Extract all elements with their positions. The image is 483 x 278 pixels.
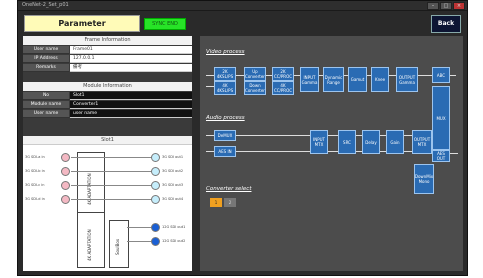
frame-info-title: Frame Information bbox=[23, 36, 192, 45]
block-abc[interactable]: ABC bbox=[432, 67, 450, 83]
input-pin-a[interactable] bbox=[61, 153, 70, 162]
input-label-d: 3G SDI-d in bbox=[25, 197, 45, 201]
slot-line-3 bbox=[71, 185, 153, 186]
input-pin-d[interactable] bbox=[61, 195, 70, 204]
input-label-b: 3G SDI-b in bbox=[25, 169, 45, 173]
block-delay[interactable]: Delay bbox=[362, 130, 380, 154]
block-4k-4kslps[interactable]: 4K 4KSL/PS bbox=[214, 81, 236, 95]
block-mux[interactable]: MUX bbox=[432, 86, 450, 150]
block-gain[interactable]: Gain bbox=[386, 130, 404, 154]
frame-ip-field[interactable]: 127.0.0.1 bbox=[70, 55, 192, 63]
output-label-2: 3G SDI out2 bbox=[162, 169, 184, 173]
output-pin-12g-2[interactable] bbox=[151, 237, 160, 246]
output-pin-4[interactable] bbox=[151, 195, 160, 204]
slot-line-6 bbox=[127, 241, 153, 242]
slot-line-2 bbox=[71, 171, 153, 172]
module-no-value: Slot1 bbox=[70, 92, 192, 100]
window-controls: – □ × bbox=[427, 2, 465, 10]
frame-ip-row: IP Address 127.0.0.1 bbox=[23, 55, 192, 63]
audio-out-line bbox=[450, 153, 458, 154]
block-up-converter[interactable]: Up Converter bbox=[244, 67, 266, 81]
output-pin-3[interactable] bbox=[151, 181, 160, 190]
frame-user-name-label: User name bbox=[23, 46, 69, 54]
converter-option-2[interactable]: 2 bbox=[224, 198, 236, 207]
output-pin-2[interactable] bbox=[151, 167, 160, 176]
module-name-label: Module name bbox=[23, 101, 69, 109]
block-2k-ccproc[interactable]: 2K CC/PROC bbox=[272, 67, 294, 81]
output-label-12g-2: 12G SDI out2 bbox=[162, 239, 186, 243]
output-label-3: 3G SDI out3 bbox=[162, 183, 184, 187]
module-user-name-row: User name user name bbox=[23, 110, 192, 118]
block-dynamic-range[interactable]: Dynamic Range bbox=[323, 67, 344, 92]
frame-remarks-field[interactable]: 備考 bbox=[70, 64, 192, 72]
output-pin-1[interactable] bbox=[151, 153, 160, 162]
slot-line-4 bbox=[71, 199, 153, 200]
block-src[interactable]: SRC bbox=[338, 130, 356, 154]
output-pin-12g-1[interactable] bbox=[151, 223, 160, 232]
block-gamut[interactable]: Gamut bbox=[348, 67, 367, 92]
frame-remarks-row: Remarks 備考 bbox=[23, 64, 192, 72]
module-no-row: No Slot1 bbox=[23, 92, 192, 100]
block-aes-out[interactable]: AES OUT bbox=[432, 150, 450, 162]
output-label-4: 3G SDI out4 bbox=[162, 197, 184, 201]
block-2k-4kslps[interactable]: 2K 4KSL/PS bbox=[214, 67, 236, 81]
input-label-c: 3G SDI-c in bbox=[25, 183, 45, 187]
input-pin-c[interactable] bbox=[61, 181, 70, 190]
soulbox-label: SoulBox bbox=[115, 238, 120, 255]
converter-option-1[interactable]: 1 bbox=[210, 198, 222, 207]
block-input-mtx[interactable]: INPUT MTX bbox=[310, 130, 328, 154]
module-no-label: No bbox=[23, 92, 69, 100]
soulbox-box: SoulBox bbox=[109, 220, 129, 268]
maximize-button[interactable]: □ bbox=[440, 2, 452, 10]
block-aes-in[interactable]: AES IN bbox=[214, 146, 236, 157]
slot-diagram: Slot1 4K ADAPTATION 4K ADAPTATION SoulBo… bbox=[23, 136, 192, 271]
block-down-converter[interactable]: Down Converter bbox=[244, 81, 266, 95]
app-window: OneNet-2_Set_p01 – □ × Parameter SYNC EN… bbox=[17, 0, 468, 276]
slot-line-5 bbox=[127, 227, 153, 228]
info-column: Frame Information User name Frame01 IP A… bbox=[23, 36, 192, 271]
frame-ip-label: IP Address bbox=[23, 55, 69, 63]
video-process-label: Video process bbox=[206, 49, 245, 55]
window-title: OneNet-2_Set_p01 bbox=[22, 2, 69, 8]
slot-line-1 bbox=[71, 157, 153, 158]
module-info-title: Module Information bbox=[23, 82, 192, 91]
adaptation-box-top: 4K ADAPTATION bbox=[77, 152, 105, 214]
block-output-mtx[interactable]: OUTPUT MTX bbox=[412, 130, 432, 154]
parameter-button[interactable]: Parameter bbox=[24, 15, 140, 32]
converter-select-label: Converter select bbox=[206, 186, 252, 192]
block-demux[interactable]: DeMUX bbox=[214, 130, 236, 141]
frame-user-name-row: User name Frame01 bbox=[23, 46, 192, 54]
block-knee[interactable]: Knee bbox=[371, 67, 389, 92]
frame-remarks-label: Remarks bbox=[23, 64, 69, 72]
block-4k-ccproc[interactable]: 4K CC/PROC bbox=[272, 81, 294, 95]
block-output-gamma[interactable]: OUTPUT Gamma bbox=[396, 67, 418, 92]
sync-status-badge: SYNC END bbox=[144, 18, 186, 30]
input-pin-b[interactable] bbox=[61, 167, 70, 176]
back-button[interactable]: Back bbox=[431, 15, 461, 33]
block-input-gamma[interactable]: INPUT Gamma bbox=[300, 67, 319, 92]
adaptation-box-bottom-label: 4K ADAPTATION bbox=[87, 229, 92, 261]
slot-title: Slot1 bbox=[23, 136, 192, 145]
output-label-1: 3G SDI out1 bbox=[162, 155, 184, 159]
process-diagram: Video process 2K 4KSL/PS 4K 4KSL/PS Up Conv… bbox=[200, 36, 463, 271]
title-bar: OneNet-2_Set_p01 – □ × bbox=[18, 1, 467, 11]
minimize-button[interactable]: – bbox=[427, 2, 439, 10]
frame-user-name-field[interactable]: Frame01 bbox=[70, 46, 192, 54]
close-button[interactable]: × bbox=[453, 2, 465, 10]
audio-process-label: Audio process bbox=[206, 115, 245, 121]
module-name-value: Converter1 bbox=[70, 101, 192, 109]
block-downmix-mono[interactable]: DownMix Mono bbox=[414, 164, 434, 194]
module-user-name-field[interactable]: user name bbox=[70, 110, 192, 118]
adaptation-box-top-label: 4K ADAPTATION bbox=[87, 173, 92, 205]
output-label-12g-1: 12G SDI out1 bbox=[162, 225, 186, 229]
module-name-row: Module name Converter1 bbox=[23, 101, 192, 109]
input-label-a: 3G SDI-a in bbox=[25, 155, 45, 159]
module-user-name-label: User name bbox=[23, 110, 69, 118]
adaptation-box-bottom: 4K ADAPTATION bbox=[77, 212, 105, 268]
